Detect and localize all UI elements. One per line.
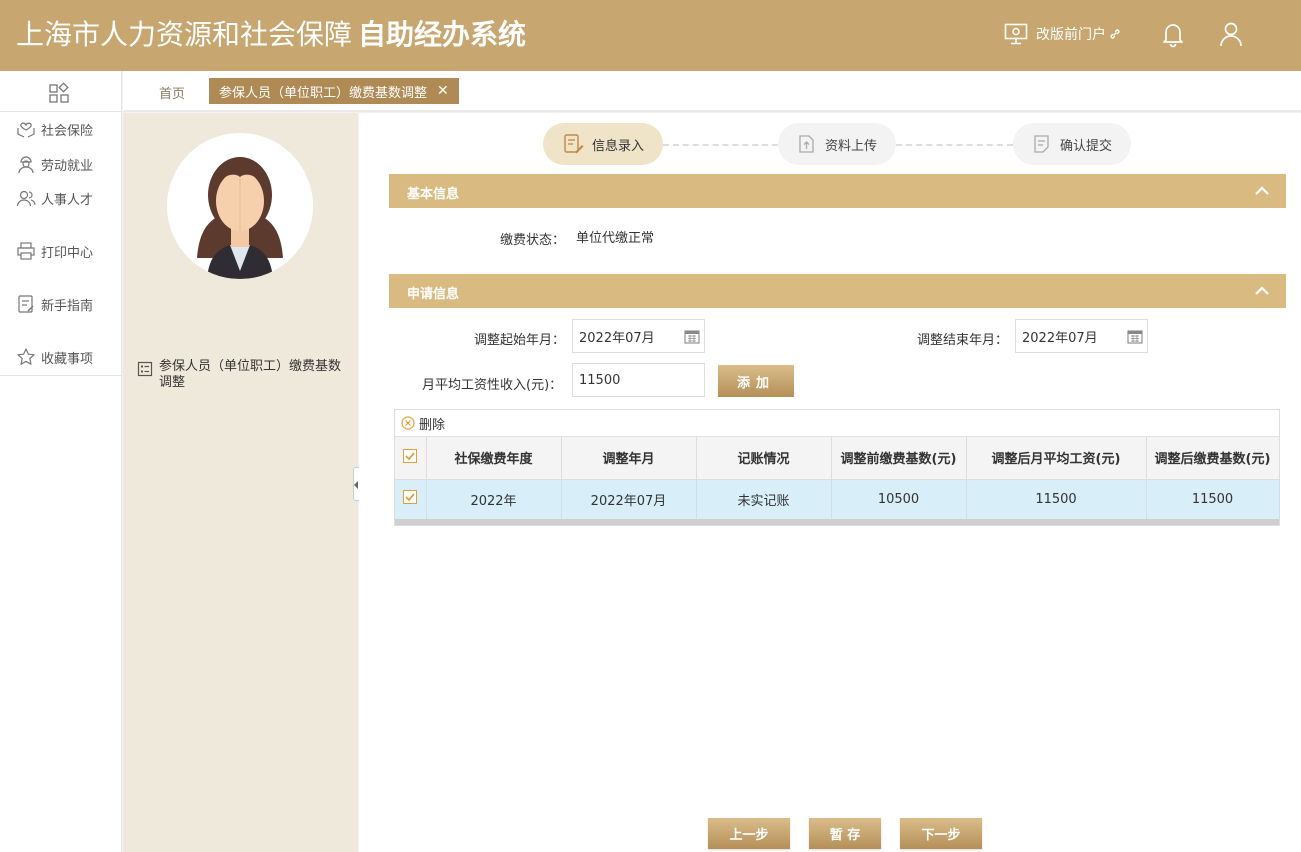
tab-home[interactable]: 首页 xyxy=(159,83,185,102)
star-icon xyxy=(17,348,35,365)
end-month-input[interactable]: 2022年07月 xyxy=(1015,319,1148,353)
delete-icon[interactable] xyxy=(401,416,415,430)
upload-doc-icon xyxy=(799,135,814,153)
start-month-input[interactable]: 2022年07月 xyxy=(572,319,705,353)
sidebar-item-guide[interactable]: 新手指南 xyxy=(16,293,93,315)
table-header-row: 社保缴费年度 调整年月 记账情况 调整前缴费基数(元) 调整后月平均工资(元) … xyxy=(395,437,1280,480)
monthly-income-input[interactable]: 11500 xyxy=(572,363,705,397)
avatar xyxy=(167,133,313,279)
table-row[interactable]: 2022年 2022年07月 未实记账 10500 11500 11500 xyxy=(395,479,1280,519)
row-checkbox[interactable] xyxy=(395,479,427,519)
table-cell: 2022年 xyxy=(426,479,562,519)
calendar-icon[interactable] xyxy=(1127,328,1143,344)
confirm-doc-icon xyxy=(1034,135,1049,153)
monthly-income-label: 月平均工资性收入(元)： xyxy=(422,378,563,393)
select-all-checkbox[interactable] xyxy=(395,437,427,480)
column-header: 调整后缴费基数(元) xyxy=(1146,437,1280,480)
guide-icon xyxy=(18,295,34,313)
chevron-up-icon[interactable] xyxy=(1254,284,1270,298)
legacy-portal-link[interactable]: 改版前门户 xyxy=(1004,22,1129,46)
step-info-entry: 信息录入 xyxy=(543,123,663,165)
hands-heart-icon xyxy=(17,122,35,138)
step-connector xyxy=(663,144,778,146)
sidebar-item-print-center[interactable]: 打印中心 xyxy=(16,240,93,262)
monitor-icon xyxy=(1004,23,1028,45)
save-draft-button[interactable]: 暂 存 xyxy=(809,818,881,849)
tab-active[interactable]: 参保人员（单位职工）缴费基数调整 ✕ xyxy=(209,78,459,104)
basic-info-body: 缴费状态： 单位代缴正常 xyxy=(389,208,1286,263)
table-cell: 11500 xyxy=(966,479,1147,519)
calendar-icon[interactable] xyxy=(684,328,700,344)
user-icon[interactable] xyxy=(1217,20,1245,48)
sidebar-item-social-insurance[interactable]: 社会保险 xyxy=(16,118,93,140)
edit-form-icon xyxy=(564,134,584,154)
step-upload: 资料上传 xyxy=(778,123,896,165)
profile-panel: 参保人员（单位职工）缴费基数调整 xyxy=(123,113,358,852)
main-content: 信息录入 资料上传 确认提交 基本信息 缴费状态： 单位代缴正常 申请信息 调整… xyxy=(359,113,1301,852)
column-header: 调整前缴费基数(元) xyxy=(831,437,967,480)
adjustment-table: 删除 社保缴费年度 调整年月 记账情况 调整前缴费基数(元) 调整后月平均工资(… xyxy=(394,409,1280,526)
application-info-header[interactable]: 申请信息 xyxy=(389,274,1286,308)
bell-icon[interactable] xyxy=(1159,20,1187,48)
table-cell: 未实记账 xyxy=(696,479,832,519)
side-nav: 社会保险 劳动就业 人事人才 打印中心 新手指南 收藏事项 xyxy=(0,71,122,852)
table-cell: 11500 xyxy=(1146,479,1280,519)
column-header: 社保缴费年度 xyxy=(426,437,562,480)
nav-divider xyxy=(0,375,122,376)
delete-button[interactable]: 删除 xyxy=(419,414,445,433)
next-step-button[interactable]: 下一步 xyxy=(900,818,982,849)
add-button[interactable]: 添加 xyxy=(718,365,794,397)
horizontal-scrollbar[interactable] xyxy=(395,519,1279,525)
app-header: 上海市人力资源和社会保障 自助经办系统 改版前门户 xyxy=(0,0,1301,71)
worker-icon xyxy=(18,156,34,174)
app-grid-icon[interactable] xyxy=(48,82,70,104)
checkbox-checked-icon xyxy=(403,490,418,505)
sidebar-item-favorites[interactable]: 收藏事项 xyxy=(16,346,93,368)
table-cell: 2022年07月 xyxy=(561,479,697,519)
service-item[interactable]: 参保人员（单位职工）缴费基数调整 xyxy=(137,359,347,391)
column-header: 调整后月平均工资(元) xyxy=(966,437,1147,480)
tabs-bar: 首页 参保人员（单位职工）缴费基数调整 ✕ xyxy=(123,71,1301,112)
payment-status-label: 缴费状态： xyxy=(500,233,566,248)
table-toolbar: 删除 xyxy=(395,410,1279,437)
link-icon xyxy=(1110,29,1120,39)
app-title: 上海市人力资源和社会保障 自助经办系统 xyxy=(16,18,527,51)
table-cell: 10500 xyxy=(831,479,967,519)
payment-status-value: 单位代缴正常 xyxy=(576,231,655,246)
column-header: 记账情况 xyxy=(696,437,832,480)
step-connector xyxy=(896,144,1013,146)
form-list-icon xyxy=(137,361,153,377)
step-indicator: 信息录入 资料上传 确认提交 xyxy=(359,113,1301,175)
people-icon xyxy=(16,190,36,207)
step-confirm: 确认提交 xyxy=(1013,123,1131,165)
column-header: 调整年月 xyxy=(561,437,697,480)
printer-icon xyxy=(17,242,35,260)
nav-divider xyxy=(0,111,122,112)
prev-step-button[interactable]: 上一步 xyxy=(708,818,790,849)
close-icon[interactable]: ✕ xyxy=(437,83,449,99)
basic-info-header[interactable]: 基本信息 xyxy=(389,174,1286,208)
data-table: 社保缴费年度 调整年月 记账情况 调整前缴费基数(元) 调整后月平均工资(元) … xyxy=(395,437,1280,519)
start-month-label: 调整起始年月： xyxy=(474,333,566,348)
sidebar-item-personnel[interactable]: 人事人才 xyxy=(16,187,93,209)
end-month-label: 调整结束年月： xyxy=(917,333,1009,348)
sidebar-item-employment[interactable]: 劳动就业 xyxy=(16,153,93,175)
checkbox-checked-icon xyxy=(403,448,418,463)
chevron-up-icon[interactable] xyxy=(1254,184,1270,198)
